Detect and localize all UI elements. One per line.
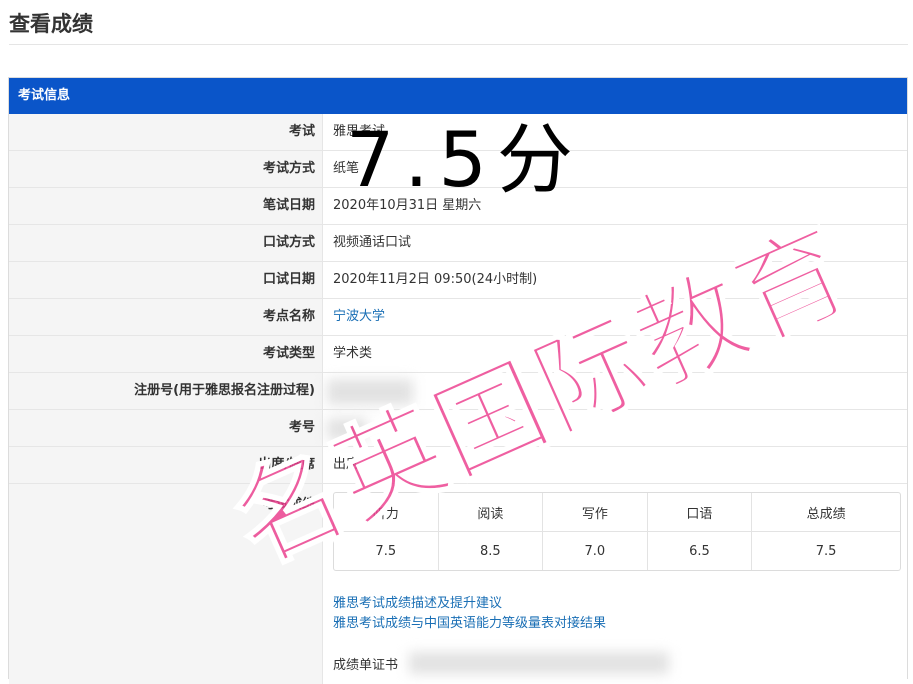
score-header: 总成绩 <box>752 493 900 532</box>
score-value-row: 7.5 8.5 7.0 6.5 7.5 <box>334 532 900 570</box>
row-label: 考试类型 <box>9 336 323 372</box>
row-label: 考试 <box>9 114 323 150</box>
score-value: 6.5 <box>648 532 753 570</box>
row-value: 2020年11月2日 09:50(24小时制) <box>333 272 538 287</box>
title-divider <box>9 44 908 45</box>
redacted-report-number <box>409 652 669 674</box>
score-value: 7.5 <box>815 543 837 559</box>
page-title: 查看成绩 <box>9 12 93 36</box>
row-label: 注册号(用于雅思报名注册过程) <box>9 373 323 409</box>
cse-mapping-link[interactable]: 雅思考试成绩与中国英语能力等级量表对接结果 <box>333 614 606 634</box>
score-value: 8.5 <box>439 532 544 570</box>
row-value: 学术类 <box>333 346 373 361</box>
row-label: 口试方式 <box>9 225 323 261</box>
row-label: 口试日期 <box>9 262 323 298</box>
row-label: 笔试日期 <box>9 188 323 224</box>
row-label: 考试方式 <box>9 151 323 187</box>
row-value: 视频通话口试 <box>333 235 412 250</box>
score-header: 口语 <box>647 493 753 532</box>
test-center-link[interactable]: 宁波大学 <box>333 299 385 335</box>
report-number-label: 成绩单证书 <box>333 658 399 673</box>
score-value: 7.0 <box>543 532 648 570</box>
row-label: 考点名称 <box>9 299 323 335</box>
score-description-link[interactable]: 雅思考试成绩描述及提升建议 <box>333 594 606 614</box>
score-header: 写作 <box>543 493 648 532</box>
links-block: 雅思考试成绩描述及提升建议 雅思考试成绩与中国英语能力等级量表对接结果 <box>333 594 606 634</box>
row-scores: 考试成绩 听力 阅读 写作 口语 总成绩 7.5 8.5 7.0 6.5 7.5… <box>9 484 907 684</box>
overlay-score-text: 7.5分 <box>346 115 583 204</box>
panel-header: 考试信息 <box>9 78 907 114</box>
